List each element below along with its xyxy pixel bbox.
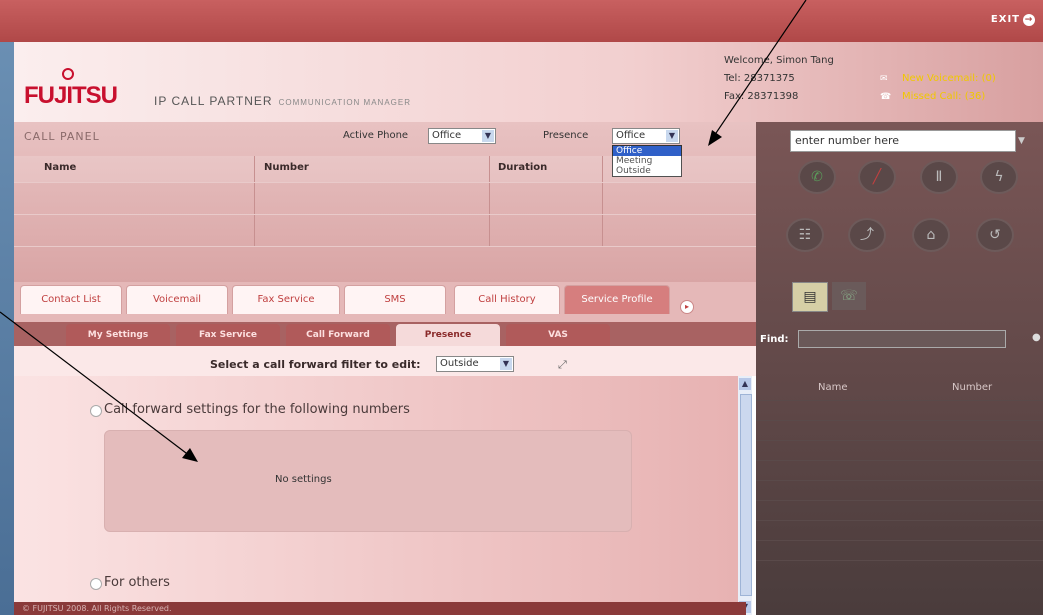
right-panel bbox=[756, 122, 1043, 615]
hangup-icon[interactable]: ╱ bbox=[858, 160, 896, 194]
chevron-down-icon: ▼ bbox=[482, 130, 494, 142]
tab-contact-list[interactable]: Contact List bbox=[20, 285, 122, 314]
search-icon[interactable]: ● bbox=[1032, 332, 1041, 343]
scroll-up-icon[interactable]: ▲ bbox=[739, 378, 751, 390]
divider bbox=[756, 460, 1043, 461]
divider bbox=[756, 480, 1043, 481]
active-phone-select[interactable]: Office ▼ bbox=[428, 128, 496, 144]
contacts-column-name: Name bbox=[818, 382, 848, 393]
tel-text: Tel: 28371375 bbox=[724, 73, 795, 84]
subtab-fax-service[interactable]: Fax Service bbox=[176, 324, 280, 346]
user-info: Welcome, Simon Tang Tel: 28371375 Fax: 2… bbox=[724, 52, 834, 106]
expand-icon[interactable]: ⤢ bbox=[558, 358, 567, 372]
tab-sms[interactable]: SMS bbox=[344, 285, 446, 314]
contacts-book-icon[interactable]: ▤ bbox=[792, 282, 828, 312]
phone-icon: ☎ bbox=[880, 92, 892, 102]
chevron-down-icon: ▼ bbox=[666, 130, 678, 142]
missed-call-link[interactable]: ☎ Missed Call: (36) bbox=[880, 88, 996, 106]
tab-fax-service[interactable]: Fax Service bbox=[232, 285, 340, 314]
top-bar: EXIT → bbox=[0, 0, 1043, 42]
scroll-thumb[interactable] bbox=[740, 394, 752, 596]
transfer-icon[interactable]: ϟ bbox=[980, 160, 1018, 194]
redial-icon[interactable]: ↺ bbox=[976, 218, 1014, 252]
park-icon[interactable]: ⌂ bbox=[912, 218, 950, 252]
voicemail-link[interactable]: ✉ New Voicemail: (0) bbox=[880, 70, 996, 88]
divider bbox=[489, 156, 490, 246]
more-tabs-icon[interactable]: ▸ bbox=[680, 300, 694, 314]
footer: © FUJITSU 2008. All Rights Reserved. bbox=[14, 602, 746, 615]
column-duration: Duration bbox=[498, 162, 548, 173]
subtab-presence[interactable]: Presence bbox=[396, 324, 500, 346]
notifications: ✉ New Voicemail: (0) ☎ Missed Call: (36) bbox=[880, 70, 996, 106]
radio-call-forward-numbers[interactable] bbox=[90, 405, 102, 417]
subtab-vas[interactable]: VAS bbox=[506, 324, 610, 346]
call-panel-title: CALL PANEL bbox=[24, 130, 100, 143]
app-subtitle: COMMUNICATION MANAGER bbox=[278, 98, 411, 107]
pause-icon[interactable]: Ⅱ bbox=[920, 160, 958, 194]
chevron-down-icon[interactable]: ▼ bbox=[1018, 136, 1025, 146]
call-table-header bbox=[14, 156, 756, 182]
presence-select[interactable]: Office ▼ bbox=[612, 128, 680, 144]
divider bbox=[756, 440, 1043, 441]
subtab-call-forward[interactable]: Call Forward bbox=[286, 324, 390, 346]
filter-select[interactable]: Outside ▼ bbox=[436, 356, 514, 372]
divider bbox=[756, 420, 1043, 421]
find-input[interactable] bbox=[798, 330, 1006, 348]
divider bbox=[756, 500, 1043, 501]
app-title: IP CALL PARTNER COMMUNICATION MANAGER bbox=[154, 94, 411, 108]
find-label: Find: bbox=[760, 334, 789, 345]
divider bbox=[756, 520, 1043, 521]
left-edge bbox=[0, 42, 14, 615]
envelope-icon: ✉ bbox=[880, 74, 888, 84]
divider bbox=[254, 156, 255, 246]
filter-label: Select a call forward filter to edit: bbox=[210, 358, 421, 371]
fax-text: Fax: 28371398 bbox=[724, 91, 799, 102]
divider bbox=[602, 156, 603, 246]
divider bbox=[14, 246, 756, 247]
conference-icon[interactable]: ☷ bbox=[786, 218, 824, 252]
presence-option-office[interactable]: Office bbox=[613, 146, 681, 156]
radio-for-others[interactable] bbox=[90, 578, 102, 590]
chevron-down-icon: ▼ bbox=[500, 358, 512, 370]
settings-box bbox=[104, 430, 632, 532]
radio-call-forward-numbers-label: Call forward settings for the following … bbox=[104, 402, 410, 417]
vertical-scrollbar[interactable]: ▲ ▼ bbox=[738, 376, 752, 615]
active-phone-label: Active Phone bbox=[343, 130, 409, 141]
tab-service-profile[interactable]: Service Profile bbox=[564, 285, 670, 314]
welcome-text: Welcome, Simon Tang bbox=[724, 55, 834, 66]
divider bbox=[756, 540, 1043, 541]
divider bbox=[756, 400, 1043, 401]
exit-button[interactable]: EXIT → bbox=[991, 14, 1035, 26]
forward-icon[interactable]: ⤴ bbox=[848, 218, 886, 252]
subtab-my-settings[interactable]: My Settings bbox=[66, 324, 170, 346]
divider bbox=[14, 182, 756, 183]
column-number: Number bbox=[264, 162, 309, 173]
column-name: Name bbox=[44, 162, 77, 173]
radio-for-others-label: For others bbox=[104, 575, 170, 590]
exit-icon: → bbox=[1023, 14, 1035, 26]
number-input[interactable]: enter number here bbox=[790, 130, 1016, 152]
no-settings-text: No settings bbox=[275, 474, 332, 485]
call-icon[interactable]: ✆ bbox=[798, 160, 836, 194]
divider bbox=[756, 560, 1043, 561]
tab-voicemail[interactable]: Voicemail bbox=[126, 285, 228, 314]
phonebook-icon[interactable]: ☏ bbox=[832, 282, 866, 310]
fujitsu-logo: FUJITSU bbox=[24, 68, 118, 110]
presence-label: Presence bbox=[543, 130, 589, 141]
divider bbox=[14, 214, 756, 215]
tab-call-history[interactable]: Call History bbox=[454, 285, 560, 314]
contacts-column-number: Number bbox=[952, 382, 993, 393]
exit-label: EXIT bbox=[990, 14, 1020, 25]
